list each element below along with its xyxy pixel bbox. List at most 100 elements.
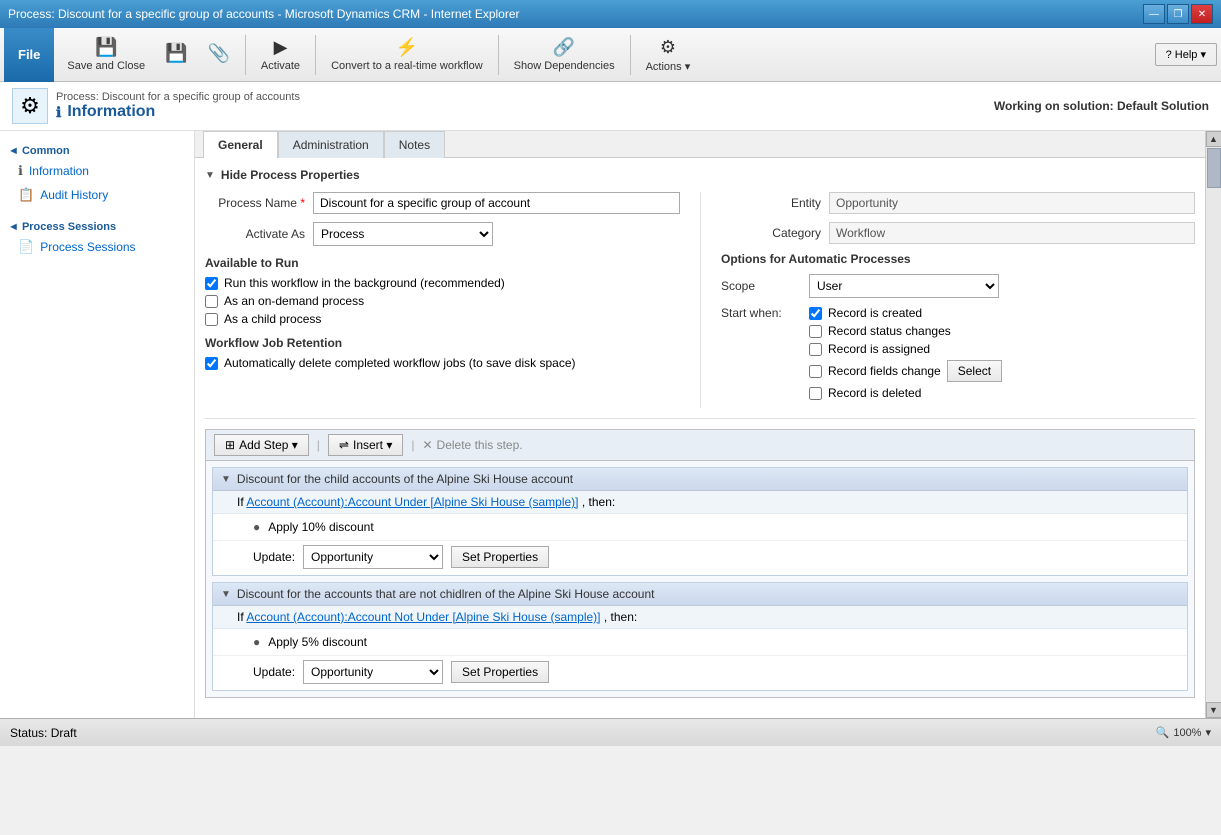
options-section-title: Options for Automatic Processes <box>721 252 1195 266</box>
actions-icon: ⚙ <box>660 37 676 58</box>
activate-as-label: Activate As <box>205 227 305 241</box>
record-assigned-label: Record is assigned <box>828 342 930 356</box>
step1-set-props-button[interactable]: Set Properties <box>451 546 549 568</box>
record-assigned-checkbox[interactable] <box>809 343 822 356</box>
page-title-text: Information <box>67 103 155 121</box>
solution-label: Working on solution: Default Solution <box>994 99 1209 113</box>
step2-condition-link[interactable]: Account (Account):Account Not Under [Alp… <box>246 610 600 624</box>
insert-button[interactable]: ⇌ Insert ▾ <box>328 434 403 456</box>
on-demand-checkbox[interactable] <box>205 295 218 308</box>
step1-collapse-icon[interactable]: ▼ <box>221 474 231 485</box>
child-process-checkbox[interactable] <box>205 313 218 326</box>
main-layout: ◄ Common ℹ Information 📋 Audit History ◄… <box>0 131 1221 718</box>
select-button[interactable]: Select <box>947 360 1002 382</box>
page-icon: ⚙ <box>12 88 48 124</box>
save-close-icon: 💾 <box>95 37 117 58</box>
run-background-checkbox[interactable] <box>205 277 218 290</box>
step1-update-select[interactable]: Opportunity <box>303 545 443 569</box>
record-created-checkbox[interactable] <box>809 307 822 320</box>
scroll-up-button[interactable]: ▲ <box>1206 131 1221 147</box>
activate-label: Activate <box>261 60 300 72</box>
step2-set-props-button[interactable]: Set Properties <box>451 661 549 683</box>
toolbar-sep-2: | <box>411 438 414 452</box>
step1-condition-link[interactable]: Account (Account):Account Under [Alpine … <box>246 495 578 509</box>
convert-button[interactable]: ⚡ Convert to a real-time workflow <box>322 31 492 79</box>
activate-as-select[interactable]: Process <box>313 222 493 246</box>
step2-header: ▼ Discount for the accounts that are not… <box>213 583 1187 606</box>
restore-button[interactable]: ❐ <box>1167 4 1189 24</box>
section-header[interactable]: ▼ Hide Process Properties <box>205 168 1195 182</box>
tab-general[interactable]: General <box>203 131 278 158</box>
status-bar: Status: Draft 🔍 100% ▾ <box>0 718 1221 746</box>
step2-update-label: Update: <box>253 665 295 679</box>
save-button[interactable]: 💾 <box>156 31 196 79</box>
breadcrumb: Process: Discount for a specific group o… <box>56 91 300 103</box>
record-status-checkbox[interactable] <box>809 325 822 338</box>
start-when-row: Start when: Record is created Record sta… <box>721 306 1195 400</box>
save-close-label: Save and Close <box>67 60 145 72</box>
tab-administration-label: Administration <box>293 138 369 152</box>
show-deps-button[interactable]: 🔗 Show Dependencies <box>505 31 624 79</box>
process-name-label: Process Name * <box>205 196 305 210</box>
start-when-label: Start when: <box>721 306 801 320</box>
auto-delete-checkbox[interactable] <box>205 357 218 370</box>
close-button[interactable]: ✕ <box>1191 4 1213 24</box>
tab-administration[interactable]: Administration <box>278 131 384 158</box>
record-deleted-checkbox[interactable] <box>809 387 822 400</box>
help-button[interactable]: ? Help ▾ <box>1155 43 1217 66</box>
process-sessions-section-label: ◄ Process Sessions <box>8 221 116 233</box>
activate-button[interactable]: ▶ Activate <box>252 31 309 79</box>
sidebar-item-audit-history[interactable]: 📋 Audit History <box>0 183 194 207</box>
information-sidebar-icon: ℹ <box>18 163 23 179</box>
delete-icon: ✕ <box>422 438 432 452</box>
record-assigned-row: Record is assigned <box>809 342 1002 356</box>
process-name-input[interactable] <box>313 192 680 214</box>
category-label: Category <box>721 226 821 240</box>
sidebar-item-information[interactable]: ℹ Information <box>0 159 194 183</box>
zoom-dropdown-icon[interactable]: ▾ <box>1205 726 1211 739</box>
child-process-label: As a child process <box>224 312 321 326</box>
form-right: Entity Category Options for Automatic Pr… <box>700 192 1195 408</box>
minimize-button[interactable]: — <box>1143 4 1165 24</box>
scroll-down-button[interactable]: ▼ <box>1206 702 1221 718</box>
on-demand-label: As an on-demand process <box>224 294 364 308</box>
title-bar: Process: Discount for a specific group o… <box>0 0 1221 28</box>
add-step-button[interactable]: ⊞ Add Step ▾ <box>214 434 309 456</box>
file-button[interactable]: File <box>4 28 54 82</box>
on-demand-row: As an on-demand process <box>205 294 680 308</box>
child-process-row: As a child process <box>205 312 680 326</box>
entity-label: Entity <box>721 196 821 210</box>
information-icon: ℹ <box>56 104 61 121</box>
record-fields-checkbox[interactable] <box>809 365 822 378</box>
record-deleted-row: Record is deleted <box>809 386 1002 400</box>
step2-action-text: Apply 5% discount <box>268 635 367 649</box>
page-title: ℹ Information <box>56 103 300 121</box>
scroll-thumb[interactable] <box>1207 148 1221 188</box>
save-close-button[interactable]: 💾 Save and Close <box>58 31 154 79</box>
page-header-left: ⚙ Process: Discount for a specific group… <box>12 88 300 124</box>
insert-label: Insert ▾ <box>353 438 392 452</box>
scope-label: Scope <box>721 279 801 293</box>
delete-step-button[interactable]: ✕ Delete this step. <box>422 438 522 452</box>
zoom-label: 100% <box>1173 727 1201 739</box>
title-bar-text: Process: Discount for a specific group o… <box>8 7 520 21</box>
actions-button[interactable]: ⚙ Actions ▾ <box>637 31 700 79</box>
retention-section: Workflow Job Retention Automatically del… <box>205 336 680 370</box>
step2-collapse-icon[interactable]: ▼ <box>221 589 231 600</box>
form-left: Process Name * Activate As Process Avail… <box>205 192 700 408</box>
tab-notes[interactable]: Notes <box>384 131 445 158</box>
sidebar-item-process-sessions[interactable]: 📄 Process Sessions <box>0 235 194 259</box>
attach-button[interactable]: 📎 <box>199 31 239 79</box>
delete-step-label: Delete this step. <box>437 438 523 452</box>
entity-value <box>829 192 1195 214</box>
activate-as-row: Activate As Process <box>205 222 680 246</box>
workflow-step-1: ▼ Discount for the child accounts of the… <box>212 467 1188 576</box>
show-deps-icon: 🔗 <box>553 37 575 58</box>
section-collapse-icon: ▼ <box>205 170 215 181</box>
sidebar: ◄ Common ℹ Information 📋 Audit History ◄… <box>0 131 195 718</box>
step2-update-select[interactable]: Opportunity <box>303 660 443 684</box>
sidebar-audit-label: Audit History <box>40 188 108 202</box>
actions-label: Actions ▾ <box>646 60 691 73</box>
scope-select[interactable]: User <box>809 274 999 298</box>
record-status-label: Record status changes <box>828 324 951 338</box>
